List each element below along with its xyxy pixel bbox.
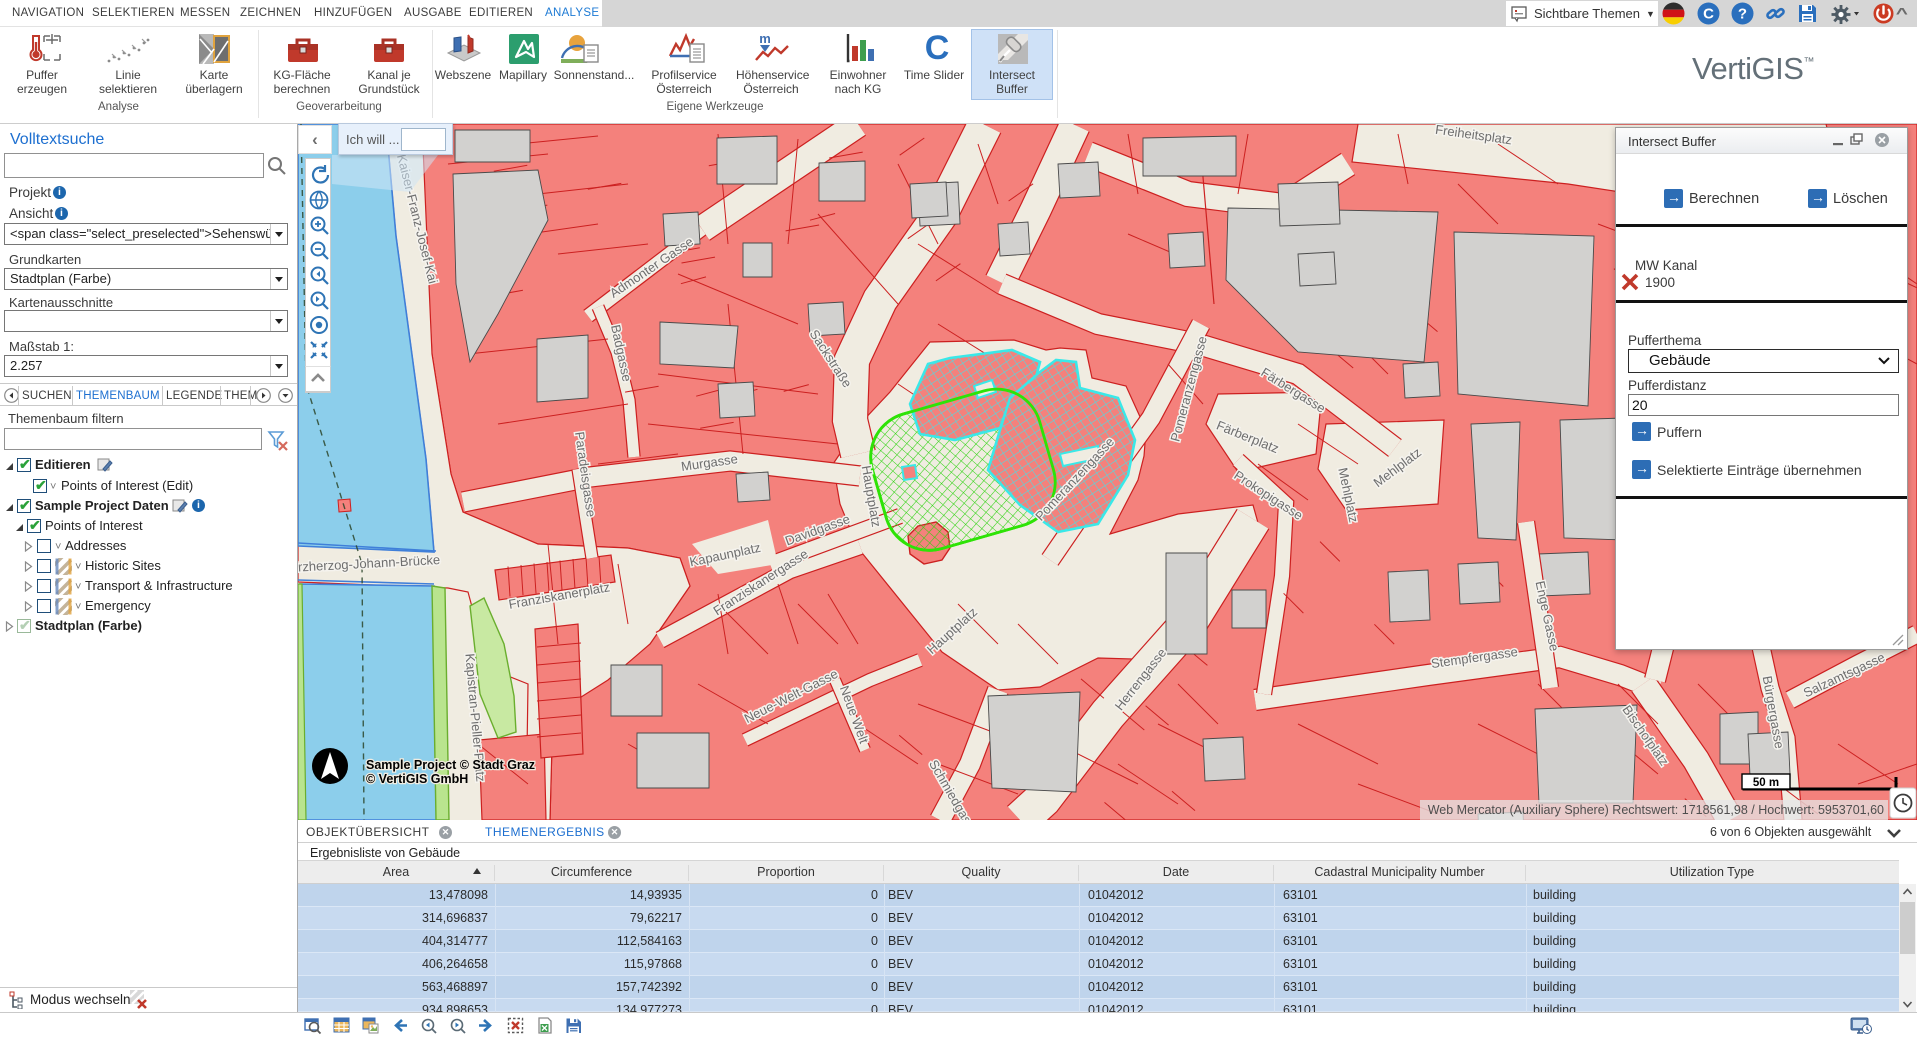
svg-text:Web Mercator (Auxiliary Sphere: Web Mercator (Auxiliary Sphere) Rechtswe…	[1428, 803, 1884, 817]
svg-text:C: C	[1703, 6, 1714, 23]
svg-text:?: ?	[1738, 6, 1747, 23]
svg-text:m: m	[759, 32, 771, 46]
svg-text:50 m: 50 m	[1753, 777, 1779, 789]
svg-text:© VertiGIS GmbH: © VertiGIS GmbH	[366, 772, 468, 786]
svg-text:Sample Project © Stadt Graz: Sample Project © Stadt Graz	[366, 758, 535, 772]
svg-text:C: C	[925, 30, 950, 62]
